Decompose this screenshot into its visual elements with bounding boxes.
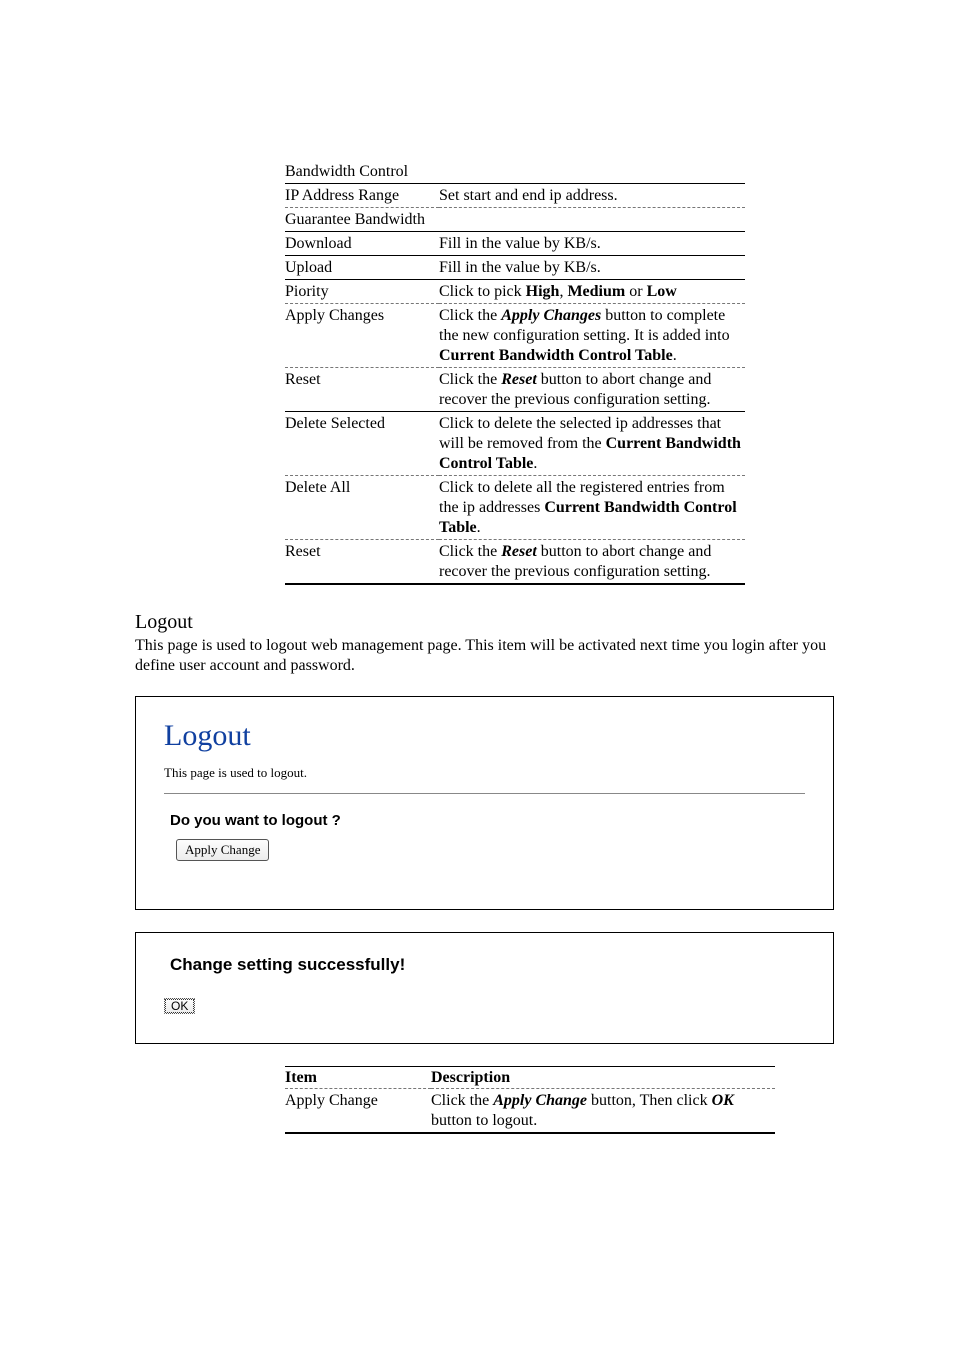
success-screenshot-box: Change setting successfully! OK <box>135 932 834 1044</box>
table-row-desc: Click the Apply Changes button to comple… <box>439 304 745 368</box>
logout-section-title: Logout <box>135 611 834 634</box>
separator <box>164 793 805 794</box>
apply-change-button[interactable]: Apply Change <box>176 839 269 861</box>
table-row-label: Delete All <box>285 476 439 540</box>
table-row-desc: Fill in the value by KB/s. <box>439 232 745 256</box>
table-row-desc: Click to pick High, Medium or Low <box>439 280 745 304</box>
ok-button[interactable]: OK <box>164 998 195 1014</box>
table-row-desc: Click to delete the selected ip addresse… <box>439 412 745 476</box>
table-row-desc: Click the Reset button to abort change a… <box>439 368 745 412</box>
item-description-table: Item Description Apply Change Click the … <box>285 1066 775 1134</box>
logout-box-subtext: This page is used to logout. <box>164 765 805 781</box>
logout-box-heading: Logout <box>164 719 805 753</box>
table-row-label: Apply Changes <box>285 304 439 368</box>
logout-screenshot-box: Logout This page is used to logout. Do y… <box>135 696 834 910</box>
table-row-desc: Click the Reset button to abort change a… <box>439 540 745 585</box>
table-row-desc: Set start and end ip address. <box>439 184 745 208</box>
table-row-label: IP Address Range <box>285 184 439 208</box>
table2-row-desc: Click the Apply Change button, Then clic… <box>431 1089 775 1134</box>
table-row-label: Delete Selected <box>285 412 439 476</box>
table2-row-label: Apply Change <box>285 1089 431 1134</box>
table2-header-description: Description <box>431 1067 775 1089</box>
table-row-label: Bandwidth Control <box>285 160 745 184</box>
table2-header-item: Item <box>285 1067 431 1089</box>
logout-question: Do you want to logout ? <box>170 812 805 829</box>
table-row-label: Piority <box>285 280 439 304</box>
table-row-label: Reset <box>285 540 439 585</box>
success-message: Change setting successfully! <box>170 955 805 975</box>
table-row-desc: Fill in the value by KB/s. <box>439 256 745 280</box>
bandwidth-control-table: Bandwidth ControlIP Address RangeSet sta… <box>285 160 745 585</box>
table-row-label: Guarantee Bandwidth <box>285 208 745 232</box>
table-row-label: Upload <box>285 256 439 280</box>
table-row-desc: Click to delete all the registered entri… <box>439 476 745 540</box>
logout-section-desc: This page is used to logout web manageme… <box>135 636 834 676</box>
table-row-label: Reset <box>285 368 439 412</box>
table-row-label: Download <box>285 232 439 256</box>
